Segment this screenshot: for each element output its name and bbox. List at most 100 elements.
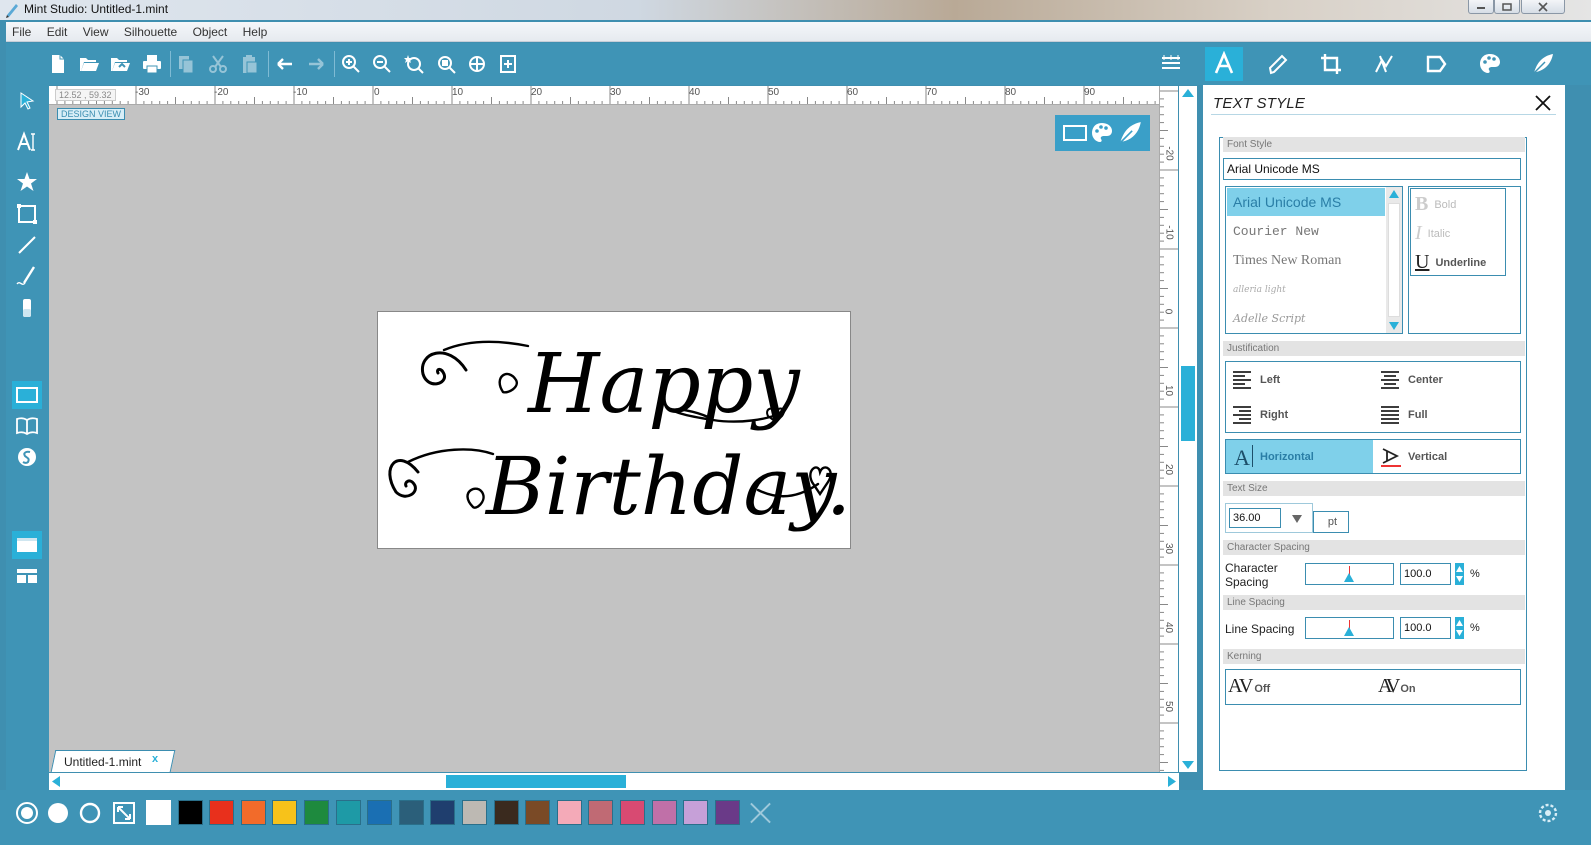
horizontal-scroll-thumb[interactable] [446,775,626,788]
char-spacing-slider[interactable] [1305,563,1394,585]
kerning-on-option[interactable]: AV On [1378,675,1416,698]
slider-handle[interactable] [1344,573,1354,582]
cut-button[interactable] [206,52,230,76]
menu-silhouette[interactable]: Silhouette [118,22,183,42]
char-spacing-input[interactable]: 100.0 [1400,563,1451,585]
color-swatch[interactable] [146,800,171,825]
color-quick-button[interactable] [1090,121,1114,145]
no-fill-button[interactable] [77,800,102,825]
color-swatch[interactable] [715,800,740,825]
page-setup-quick-button[interactable] [1062,123,1088,143]
color-swatch[interactable] [620,800,645,825]
freehand-tool[interactable] [12,262,42,290]
color-swatch[interactable] [430,800,455,825]
color-swatch[interactable] [336,800,361,825]
settings-button[interactable] [1535,800,1560,825]
color-swatch[interactable] [304,800,329,825]
zoom-out-button[interactable] [370,52,394,76]
zoom-selection-button[interactable] [402,52,426,76]
line-style-panel-button[interactable] [1524,47,1562,81]
line-spacing-input[interactable]: 100.0 [1400,617,1451,639]
font-item[interactable]: Arial Unicode MS [1227,188,1385,216]
color-swatch[interactable] [462,800,487,825]
scroll-down-icon[interactable] [1386,319,1402,333]
scroll-up-icon[interactable] [1179,86,1197,100]
scroll-left-icon[interactable] [49,773,63,790]
open-recent-button[interactable] [108,52,132,76]
kerning-off-option[interactable]: AV Off [1228,675,1270,698]
redo-button[interactable] [304,52,328,76]
crop-panel-button[interactable] [1312,47,1350,81]
shape-star-tool[interactable] [12,168,42,196]
close-panel-icon[interactable] [1533,93,1553,113]
vertical-text-option[interactable]: Vertical [1374,440,1520,473]
open-button[interactable] [77,52,101,76]
italic-option[interactable]: I Italic [1415,222,1450,245]
print-button[interactable] [140,52,164,76]
font-item[interactable]: Courier New [1227,218,1385,246]
line-spacing-spinner[interactable] [1455,617,1464,639]
library-tool[interactable] [12,412,42,440]
menu-file[interactable]: File [6,22,37,42]
color-swatch[interactable] [557,800,582,825]
split-view-tool[interactable] [12,562,42,590]
scroll-right-icon[interactable] [1165,773,1179,790]
line-spacing-slider[interactable] [1305,617,1394,639]
color-swatch[interactable] [525,800,550,825]
bold-option[interactable]: B Bold [1415,193,1456,216]
zoom-fit-button[interactable] [434,52,458,76]
text-size-input[interactable]: 36.00 [1229,508,1281,528]
font-list-scrollbar[interactable] [1386,187,1402,333]
font-list[interactable]: Arial Unicode MS Courier New Times New R… [1225,186,1403,334]
horizontal-scrollbar[interactable] [49,773,1179,790]
vertical-scrollbar[interactable] [1179,86,1197,772]
color-swatch[interactable] [683,800,708,825]
justify-center-option[interactable]: Center [1380,370,1443,390]
document-tab-close-button[interactable]: x [152,753,158,765]
minimize-button[interactable] [1468,0,1494,14]
paste-button[interactable] [238,52,262,76]
maximize-button[interactable] [1494,0,1520,14]
undo-button[interactable] [273,52,297,76]
clear-color-button[interactable] [748,800,773,825]
point-edit-panel-button[interactable] [1259,47,1297,81]
select-tool[interactable] [12,87,42,115]
design-page[interactable]: Happy Birthday. [377,311,851,549]
underline-option[interactable]: U Underline [1415,251,1486,274]
eraser-tool[interactable] [12,294,42,322]
fit-page-button[interactable] [496,52,520,76]
dropdown-arrow-icon[interactable] [1290,513,1304,525]
happy-birthday-artwork[interactable]: Happy Birthday. [378,312,852,550]
font-item[interactable]: alleria light [1227,276,1385,304]
replicate-panel-button[interactable] [1418,47,1456,81]
color-swatch[interactable] [588,800,613,825]
color-swatch[interactable] [367,800,392,825]
transparency-button[interactable] [111,800,136,825]
copy-button[interactable] [174,52,198,76]
rectangle-tool[interactable] [12,200,42,228]
trace-panel-button[interactable] [1365,47,1403,81]
horizontal-text-option[interactable]: A Horizontal [1226,440,1373,473]
design-panel-tool[interactable] [12,531,42,559]
zoom-in-button[interactable] [339,52,363,76]
color-swatch[interactable] [494,800,519,825]
line-tool[interactable] [12,231,42,259]
close-window-button[interactable] [1521,0,1565,14]
justify-right-option[interactable]: Right [1232,405,1288,425]
color-swatch[interactable] [652,800,677,825]
justify-left-option[interactable]: Left [1232,370,1280,390]
color-swatch[interactable] [209,800,234,825]
menu-object[interactable]: Object [187,22,234,42]
color-swatch[interactable] [272,800,297,825]
char-spacing-spinner[interactable] [1455,563,1464,585]
menu-view[interactable]: View [77,22,115,42]
scroll-up-icon[interactable] [1386,187,1402,201]
fill-color-panel-button[interactable] [1471,47,1509,81]
menu-edit[interactable]: Edit [41,22,74,42]
zoom-pan-button[interactable] [465,52,489,76]
line-quick-button[interactable] [1117,120,1143,146]
align-panel-button[interactable] [1152,47,1190,81]
vertical-scroll-thumb[interactable] [1181,366,1195,441]
font-name-input[interactable]: Arial Unicode MS [1223,158,1521,180]
font-item[interactable]: Times New Roman [1227,247,1385,275]
